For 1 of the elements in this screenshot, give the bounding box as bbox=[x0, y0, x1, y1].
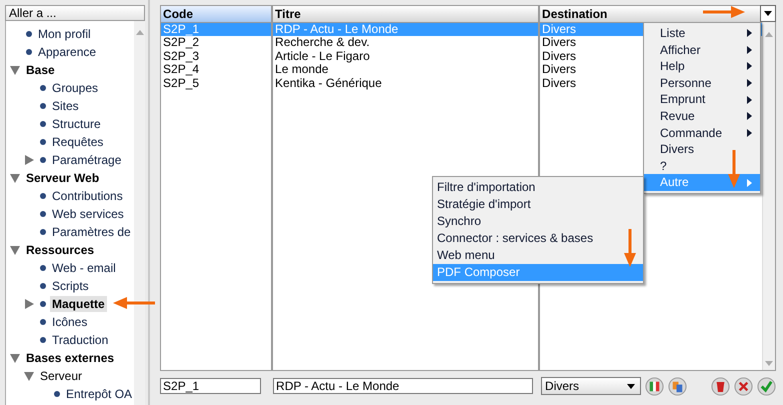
navigator-title: Aller a ... bbox=[5, 5, 146, 21]
